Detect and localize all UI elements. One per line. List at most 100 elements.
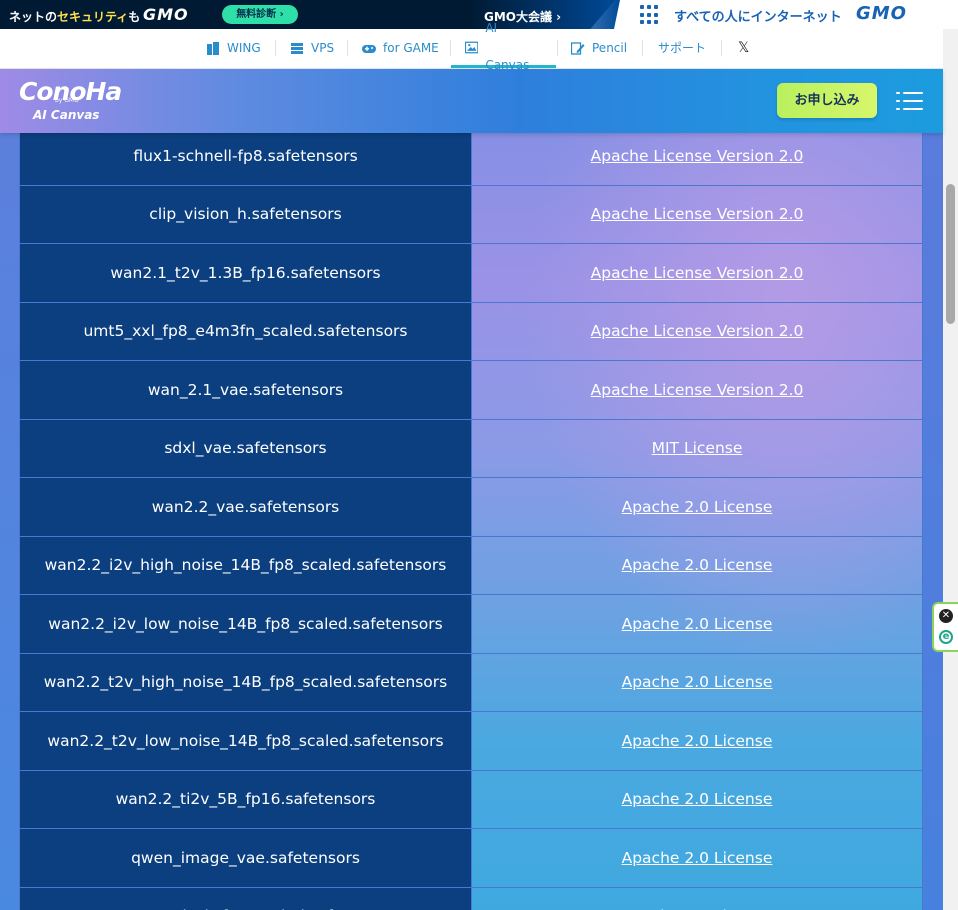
table-row: wan2.2_i2v_low_noise_14B_fp8_scaled.safe… bbox=[19, 594, 923, 654]
table-row: wan2.2_vae.safetensors Apache 2.0 License bbox=[19, 477, 923, 537]
content-right-margin bbox=[923, 69, 943, 910]
license-link[interactable]: Apache 2.0 License bbox=[622, 556, 773, 574]
model-license-table: flux1-schnell-fp8.safetensors Apache Lice… bbox=[19, 126, 923, 910]
license-link[interactable]: Apache 2.0 License bbox=[622, 673, 773, 691]
nav-item-pencil[interactable]: Pencil bbox=[571, 29, 627, 68]
table-row: umt5_xxl_fp8_e4m3fn_scaled.safetensors Ap… bbox=[19, 301, 923, 361]
gmo-security-tagline: ネットのセキュリティも bbox=[9, 10, 141, 24]
ai-canvas-logo-subtitle[interactable]: AI Canvas bbox=[33, 108, 99, 122]
image-icon bbox=[465, 41, 479, 53]
license-link[interactable]: Apache 2.0 License bbox=[622, 790, 773, 808]
table-row: wan2.2_t2v_low_noise_14B_fp8_scaled.safe… bbox=[19, 711, 923, 771]
license-link[interactable]: Apache License Version 2.0 bbox=[591, 381, 804, 399]
tab-ai-canvas[interactable]: AI Canvas bbox=[451, 21, 556, 72]
apply-button[interactable]: お申し込み bbox=[777, 83, 877, 118]
model-name-cell: wan2.1_t2v_1.3B_fp16.safetensors bbox=[19, 243, 472, 303]
license-cell: Apache License Version 2.0 bbox=[471, 126, 923, 186]
table-row: flux1-schnell-fp8.safetensors Apache Lice… bbox=[19, 126, 923, 186]
free-diagnosis-button[interactable]: 無料診断 › bbox=[222, 5, 298, 24]
model-name-cell: wan_2.1_vae.safetensors bbox=[19, 360, 472, 420]
license-link[interactable]: Apache License Version 2.0 bbox=[591, 147, 804, 165]
nav-divider bbox=[721, 40, 722, 56]
nav-item-vps[interactable]: VPS bbox=[290, 29, 334, 68]
server-icon bbox=[291, 43, 303, 54]
license-link[interactable]: MIT License bbox=[652, 439, 743, 457]
license-cell: Apache 2.0 License bbox=[471, 652, 923, 712]
table-row: wan2.2_t2v_high_noise_14B_fp8_scaled.saf… bbox=[19, 652, 923, 712]
license-cell: Apache License Version 2.0 bbox=[471, 301, 923, 361]
e-badge-icon[interactable]: e bbox=[939, 630, 953, 644]
license-link[interactable]: Apache 2.0 License bbox=[622, 615, 773, 633]
nav-item-wing[interactable]: WING bbox=[206, 29, 261, 68]
model-name-cell: wan2.2_t2v_low_noise_14B_fp8_scaled.safe… bbox=[19, 711, 472, 771]
model-name-cell: sdxl_vae.safetensors bbox=[19, 418, 472, 478]
nav-item-label: サポート bbox=[658, 41, 707, 55]
gmo-grid-icon[interactable] bbox=[640, 5, 660, 25]
license-cell: Apache License Version 2.0 bbox=[471, 184, 923, 244]
license-link[interactable]: Apache License Version 2.0 bbox=[591, 264, 804, 282]
license-cell: Apache 2.0 License bbox=[471, 769, 923, 829]
gmo-slogan[interactable]: すべての人にインターネット bbox=[674, 6, 842, 25]
license-cell: MIT License bbox=[471, 418, 923, 478]
nav-item-label: WING bbox=[227, 41, 261, 55]
model-name-cell: clip_vision_h.safetensors bbox=[19, 184, 472, 244]
nav-item-for-game[interactable]: for GAME bbox=[362, 29, 439, 68]
gmo-top-bar: ネットのセキュリティも GMO 無料診断 › GMO大会議 › すべての人にイン… bbox=[0, 0, 943, 29]
building-icon bbox=[207, 42, 219, 55]
model-name-cell: flux1-schnell-fp8.safetensors bbox=[19, 126, 472, 186]
table-row: clip_vision_h.safetensors Apache License … bbox=[19, 184, 923, 244]
hamburger-menu-icon[interactable] bbox=[896, 91, 924, 111]
model-name-cell: qwen_2.5_vl_7b_fp8_scaled.safetensors bbox=[19, 886, 472, 910]
table-row: wan2.2_ti2v_5B_fp16.safetensors Apache 2.… bbox=[19, 769, 923, 829]
license-link[interactable]: Apache 2.0 License bbox=[622, 849, 773, 867]
license-cell: Apache 2.0 License bbox=[471, 886, 923, 910]
model-name-cell: wan2.2_i2v_high_noise_14B_fp8_scaled.saf… bbox=[19, 535, 472, 595]
content-left-margin bbox=[0, 69, 19, 910]
x-logo-glyph: 𝕏 bbox=[738, 40, 750, 56]
table-row: wan2.1_t2v_1.3B_fp16.safetensors Apache L… bbox=[19, 243, 923, 303]
license-link[interactable]: Apache License Version 2.0 bbox=[591, 205, 804, 223]
license-cell: Apache License Version 2.0 bbox=[471, 360, 923, 420]
license-link[interactable]: Apache 2.0 License bbox=[622, 498, 773, 516]
table-row: wan2.2_i2v_high_noise_14B_fp8_scaled.saf… bbox=[19, 535, 923, 595]
gmo-logo-right[interactable]: GMO bbox=[856, 3, 907, 24]
table-row: qwen_image_vae.safetensors Apache 2.0 Lic… bbox=[19, 828, 923, 888]
nav-item-label: Pencil bbox=[592, 41, 628, 55]
license-cell: Apache License Version 2.0 bbox=[471, 243, 923, 303]
side-widget: ✕ e bbox=[932, 602, 958, 652]
pencil-icon bbox=[571, 42, 585, 55]
license-cell: Apache 2.0 License bbox=[471, 828, 923, 888]
license-cell: Apache 2.0 License bbox=[471, 711, 923, 771]
license-link[interactable]: Apache 2.0 License bbox=[622, 732, 773, 750]
nav-item-label: VPS bbox=[311, 41, 335, 55]
scrollbar-thumb[interactable] bbox=[946, 184, 955, 324]
service-nav: WING VPS for GAME AI Canvas Pencil サポート … bbox=[0, 21, 943, 72]
model-name-cell: umt5_xxl_fp8_e4m3fn_scaled.safetensors bbox=[19, 301, 472, 361]
table-row: wan_2.1_vae.safetensors Apache License Ve… bbox=[19, 360, 923, 420]
model-name-cell: wan2.2_vae.safetensors bbox=[19, 477, 472, 537]
license-link[interactable]: Apache License Version 2.0 bbox=[591, 322, 804, 340]
main-content: flux1-schnell-fp8.safetensors Apache Lice… bbox=[0, 69, 943, 910]
nav-item-label: for GAME bbox=[383, 41, 439, 55]
table-row: qwen_2.5_vl_7b_fp8_scaled.safetensorsApa… bbox=[19, 886, 923, 910]
nav-item-support[interactable]: サポート bbox=[658, 29, 706, 68]
close-icon[interactable]: ✕ bbox=[939, 609, 953, 623]
conoha-logo-by: by GMO bbox=[55, 97, 79, 104]
nav-divider bbox=[347, 40, 348, 56]
gmo-logo-left: GMO bbox=[143, 5, 189, 24]
model-name-cell: qwen_image_vae.safetensors bbox=[19, 828, 472, 888]
nav-divider bbox=[275, 40, 276, 56]
x-logo-icon[interactable]: 𝕏 bbox=[738, 29, 749, 68]
license-cell: Apache 2.0 License bbox=[471, 535, 923, 595]
nav-divider bbox=[642, 40, 643, 56]
model-name-cell: wan2.2_i2v_low_noise_14B_fp8_scaled.safe… bbox=[19, 594, 472, 654]
table-row: sdxl_vae.safetensors MIT License bbox=[19, 418, 923, 478]
scrollbar-track[interactable] bbox=[943, 29, 958, 910]
model-name-cell: wan2.2_t2v_high_noise_14B_fp8_scaled.saf… bbox=[19, 652, 472, 712]
model-name-cell: wan2.2_ti2v_5B_fp16.safetensors bbox=[19, 769, 472, 829]
nav-divider bbox=[557, 40, 558, 56]
license-cell: Apache 2.0 License bbox=[471, 477, 923, 537]
conoha-header: ConoHa by GMO AI Canvas お申し込み bbox=[0, 69, 943, 133]
license-cell: Apache 2.0 License bbox=[471, 594, 923, 654]
table-body: flux1-schnell-fp8.safetensors Apache Lice… bbox=[19, 126, 923, 910]
